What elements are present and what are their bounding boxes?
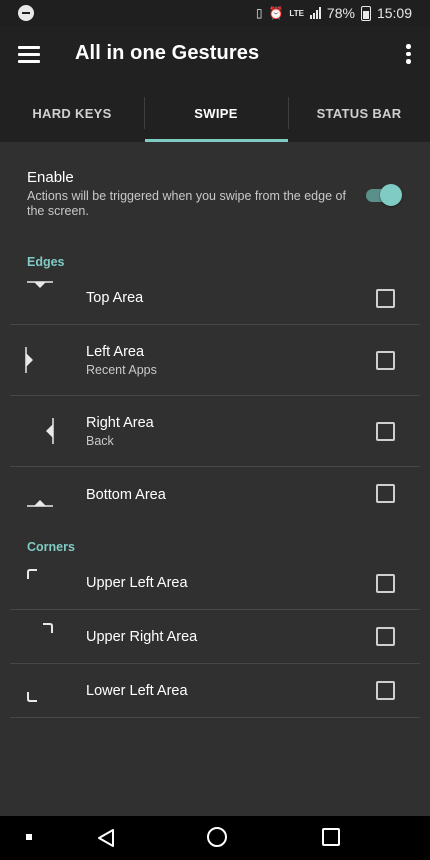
bottom-area-checkbox[interactable]: [376, 484, 395, 503]
status-icons: ▯ ⏰ LTE 78% 15:09: [256, 0, 412, 26]
status-bar: ▯ ⏰ LTE 78% 15:09: [0, 0, 430, 26]
divider: [10, 717, 420, 718]
enable-row[interactable]: Enable Actions will be triggered when yo…: [0, 142, 430, 234]
tab-divider: [144, 97, 145, 129]
vibrate-icon: ▯: [255, 6, 263, 20]
item-label: Lower Left Area: [86, 683, 188, 699]
item-label: Upper Left Area: [86, 575, 188, 591]
list-item-top-area[interactable]: Top Area: [0, 272, 430, 324]
recent-apps-icon[interactable]: [322, 828, 340, 846]
left-area-checkbox[interactable]: [376, 351, 395, 370]
top-area-checkbox[interactable]: [376, 289, 395, 308]
item-label: Left Area: [86, 344, 145, 360]
alarm-icon: ⏰: [268, 6, 284, 20]
right-area-checkbox[interactable]: [376, 422, 395, 441]
more-options-icon[interactable]: [406, 44, 412, 66]
hamburger-menu-icon[interactable]: [18, 46, 40, 63]
navigation-bar: [0, 816, 430, 860]
upper-right-corner-icon: [43, 623, 53, 633]
list-item-lower-left-area[interactable]: Lower Left Area: [0, 664, 430, 717]
app-title: All in one Gestures: [75, 42, 260, 64]
right-edge-icon: [46, 418, 54, 444]
upper-left-corner-icon: [27, 569, 37, 579]
tab-swipe[interactable]: SWIPE: [144, 84, 288, 142]
tab-status-bar[interactable]: STATUS BAR: [288, 84, 430, 142]
list-item-bottom-area[interactable]: Bottom Area: [0, 467, 430, 527]
tab-divider: [288, 97, 289, 129]
back-icon[interactable]: [96, 828, 116, 848]
item-subtitle: Back: [86, 434, 114, 448]
enable-switch[interactable]: [366, 184, 402, 206]
do-not-disturb-icon: [18, 5, 34, 21]
signal-icon: [309, 7, 321, 19]
enable-description: Actions will be triggered when you swipe…: [27, 189, 346, 218]
item-label: Top Area: [86, 290, 144, 306]
list-item-upper-right-area[interactable]: Upper Right Area: [0, 610, 430, 663]
network-type: LTE: [289, 8, 304, 18]
switch-thumb: [380, 184, 402, 206]
list-item-upper-left-area[interactable]: Upper Left Area: [0, 557, 430, 609]
app-bar: All in one Gestures: [0, 26, 430, 84]
tab-hard-keys[interactable]: HARD KEYS: [0, 84, 144, 142]
section-header-edges: Edges: [27, 255, 65, 269]
item-label: Upper Right Area: [86, 629, 198, 645]
lower-left-corner-icon: [27, 692, 37, 702]
top-edge-icon: [27, 281, 53, 288]
section-header-corners: Corners: [27, 540, 75, 554]
nav-dot-icon[interactable]: [26, 834, 32, 840]
list-item-left-area[interactable]: Left Area Recent Apps: [0, 325, 430, 395]
home-icon[interactable]: [207, 827, 227, 847]
item-label: Right Area: [86, 415, 154, 431]
enable-title: Enable: [27, 169, 74, 186]
battery-percent: 78%: [326, 5, 355, 21]
tab-bar: HARD KEYS SWIPE STATUS BAR: [0, 84, 430, 142]
lower-left-area-checkbox[interactable]: [376, 681, 395, 700]
item-subtitle: Recent Apps: [86, 363, 157, 377]
bottom-edge-icon: [27, 500, 53, 507]
left-edge-icon: [25, 347, 33, 373]
list-item-right-area[interactable]: Right Area Back: [0, 396, 430, 466]
battery-icon: [360, 5, 371, 21]
item-label: Bottom Area: [86, 487, 166, 503]
upper-right-area-checkbox[interactable]: [376, 627, 395, 646]
clock: 15:09: [376, 5, 412, 21]
upper-left-area-checkbox[interactable]: [376, 574, 395, 593]
